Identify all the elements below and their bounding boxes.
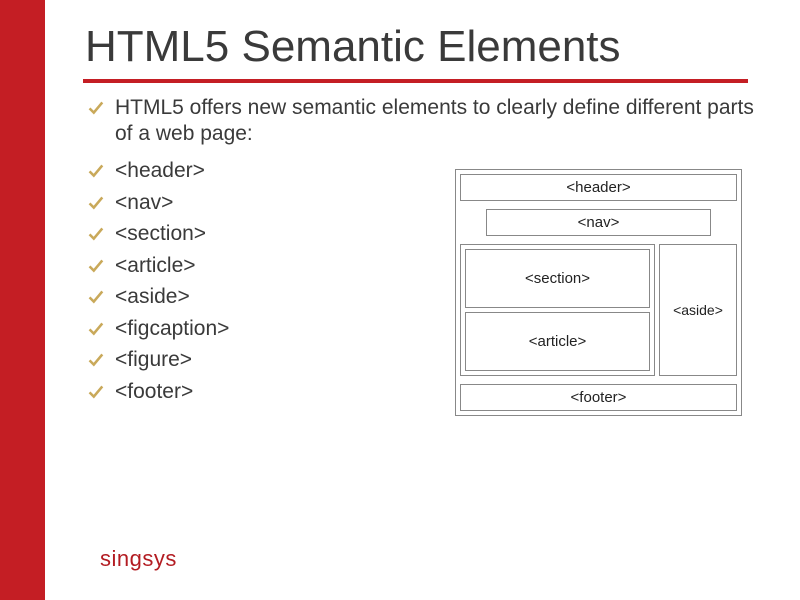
diagram-nav-box: <nav> xyxy=(486,209,711,236)
list-item: <article> xyxy=(111,250,445,282)
sidebar-accent xyxy=(0,0,45,600)
check-icon xyxy=(87,383,104,400)
list-item: <aside> xyxy=(111,281,445,313)
check-icon xyxy=(87,288,104,305)
layout-diagram: <header> <nav> <section> <article> <asid… xyxy=(455,169,742,416)
slide-content: HTML5 Semantic Elements HTML5 offers new… xyxy=(45,0,800,600)
diagram-main-col: <section> <article> xyxy=(460,244,655,376)
diagram-header-box: <header> xyxy=(460,174,737,201)
diagram-section-box: <section> xyxy=(465,249,650,308)
diagram-outer: <header> <nav> <section> <article> <asid… xyxy=(455,169,742,416)
list-item: <header> xyxy=(111,155,445,187)
list-item-label: <header> xyxy=(115,159,205,182)
list-item-label: <figure> xyxy=(115,348,192,371)
list-item-label: <nav> xyxy=(115,191,173,214)
list-item-label: <article> xyxy=(115,254,196,277)
slide-subtitle: HTML5 offers new semantic elements to cl… xyxy=(115,95,760,148)
check-icon xyxy=(87,320,104,337)
diagram-mid-row: <section> <article> <aside> xyxy=(460,244,737,376)
content-row: <header> <nav> <section> <article> <asid… xyxy=(85,151,760,416)
slide-title: HTML5 Semantic Elements xyxy=(85,22,760,73)
list-item: <footer> xyxy=(111,376,445,408)
list-item: <figure> xyxy=(111,344,445,376)
list-item-label: <figcaption> xyxy=(115,317,229,340)
check-icon xyxy=(87,351,104,368)
title-underline xyxy=(83,79,748,83)
list-item: <section> xyxy=(111,218,445,250)
list-item-label: <aside> xyxy=(115,285,190,308)
list-item: <nav> xyxy=(111,187,445,219)
list-item-label: <footer> xyxy=(115,380,193,403)
check-icon xyxy=(87,162,104,179)
brand-logo: singsys xyxy=(100,546,177,572)
check-icon xyxy=(87,225,104,242)
element-list: <header> <nav> <section> <article> <asid… xyxy=(85,151,445,407)
subtitle-text: HTML5 offers new semantic elements to cl… xyxy=(115,96,754,145)
check-icon xyxy=(87,194,104,211)
list-item: <figcaption> xyxy=(111,313,445,345)
list-item-label: <section> xyxy=(115,222,206,245)
diagram-article-box: <article> xyxy=(465,312,650,371)
check-icon xyxy=(87,257,104,274)
diagram-footer-box: <footer> xyxy=(460,384,737,411)
check-icon xyxy=(87,99,104,116)
diagram-aside-box: <aside> xyxy=(659,244,737,376)
